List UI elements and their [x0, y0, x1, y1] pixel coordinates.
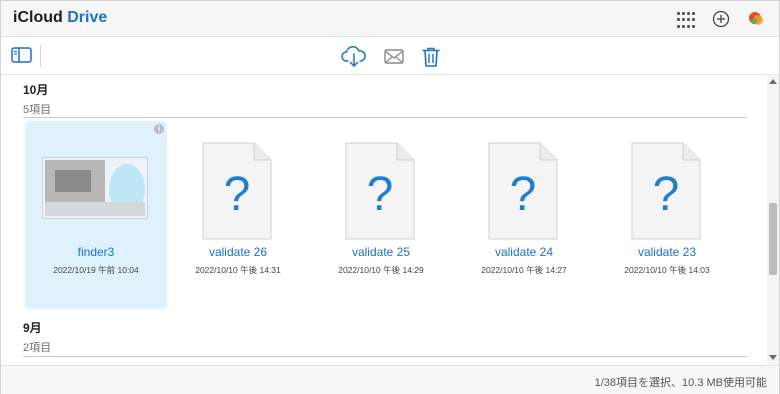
- sidebar-icon[interactable]: [11, 47, 35, 69]
- status-bar: 1/38項目を選択、10.3 MB使用可能: [1, 365, 779, 394]
- app-title[interactable]: iCloud Drive: [13, 9, 107, 27]
- section-month: 9月: [23, 321, 42, 335]
- file-name: validate 24: [494, 245, 554, 259]
- scroll-thumb[interactable]: [769, 203, 777, 275]
- unknown-file-icon: ?: [488, 142, 558, 240]
- file-thumbnail: [42, 157, 148, 219]
- envelope-icon[interactable]: [382, 45, 406, 67]
- info-icon[interactable]: i: [154, 124, 164, 134]
- status-text: 1/38項目を選択、10.3 MB使用可能: [594, 377, 767, 389]
- scroll-down-arrow-icon[interactable]: [769, 355, 777, 360]
- toolbar-divider: [40, 45, 41, 67]
- file-tile[interactable]: ? validate 23 2022/10/10 午後 14:03: [596, 121, 738, 309]
- file-tile[interactable]: ? validate 26 2022/10/10 午後 14:31: [167, 121, 309, 309]
- icloud-drive-window: iCloud Drive 10月 5項目 i finder3 2022/10/1…: [0, 0, 780, 394]
- file-name: validate 23: [637, 245, 697, 259]
- unknown-file-icon: ?: [202, 142, 272, 240]
- scroll-up-arrow-icon[interactable]: [769, 79, 777, 84]
- vertical-scrollbar[interactable]: [767, 75, 779, 365]
- section-count: 2項目: [23, 342, 52, 354]
- section-month: 10月: [23, 83, 49, 97]
- file-tile[interactable]: ? validate 25 2022/10/10 午後 14:29: [310, 121, 452, 309]
- trash-icon[interactable]: [419, 45, 443, 67]
- svg-text:?: ?: [510, 168, 537, 221]
- file-date: 2022/10/19 午前 10:04: [53, 265, 139, 275]
- app-title-drive: Drive: [67, 9, 108, 26]
- section-header: 9月 2項目: [23, 319, 51, 355]
- app-title-icloud: iCloud: [13, 9, 63, 26]
- unknown-file-icon: ?: [631, 142, 701, 240]
- file-date: 2022/10/10 午後 14:31: [195, 265, 281, 275]
- section-header: 10月 5項目: [23, 81, 51, 117]
- file-name: validate 26: [208, 245, 268, 259]
- file-tile[interactable]: ? validate 24 2022/10/10 午後 14:27: [453, 121, 595, 309]
- file-date: 2022/10/10 午後 14:03: [624, 265, 710, 275]
- cloud-download-icon[interactable]: [341, 45, 366, 67]
- file-date: 2022/10/10 午後 14:27: [481, 265, 567, 275]
- file-name: validate 25: [351, 245, 411, 259]
- app-header: iCloud Drive: [1, 1, 779, 37]
- unknown-file-icon: ?: [345, 142, 415, 240]
- app-grid-icon[interactable]: [676, 9, 696, 29]
- plus-circle-icon[interactable]: [711, 9, 731, 29]
- file-browser[interactable]: 10月 5項目 i finder3 2022/10/19 午前 10:04 ? …: [1, 75, 767, 365]
- section-count: 5項目: [23, 104, 52, 116]
- section-divider: [23, 117, 747, 118]
- svg-text:?: ?: [367, 168, 394, 221]
- section-divider: [23, 356, 747, 357]
- file-date: 2022/10/10 午後 14:29: [338, 265, 424, 275]
- avatar-icon[interactable]: [746, 9, 766, 29]
- toolbar: [1, 37, 779, 75]
- file-tile[interactable]: i finder3 2022/10/19 午前 10:04: [25, 121, 167, 309]
- svg-text:?: ?: [224, 168, 251, 221]
- svg-text:?: ?: [653, 168, 680, 221]
- file-name: finder3: [77, 245, 115, 259]
